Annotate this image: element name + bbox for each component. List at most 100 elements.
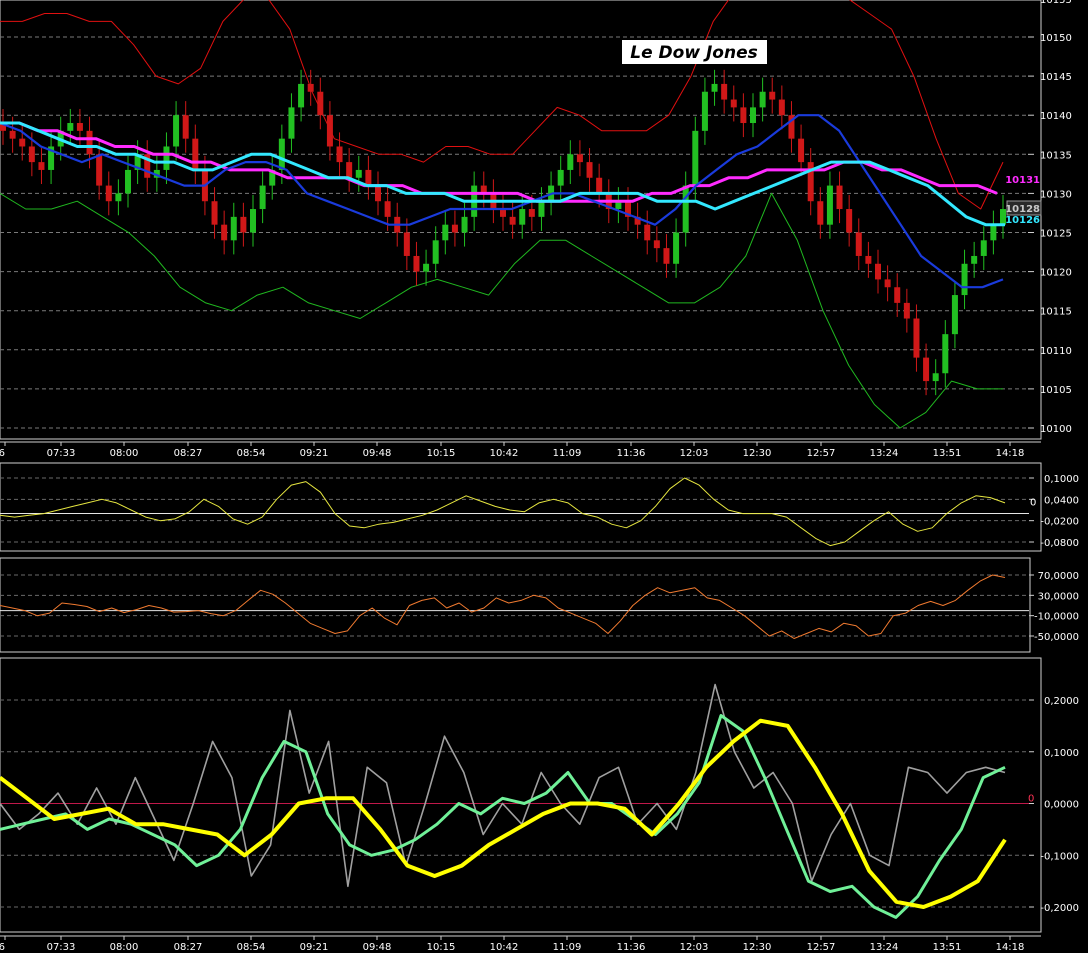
candle-body: [961, 263, 968, 296]
candle-body: [538, 201, 545, 217]
candle-body: [778, 99, 785, 116]
time-tick-label: 14:18: [996, 942, 1025, 953]
time-tick-label: 12:30: [743, 448, 772, 459]
time-tick-label: 06: [0, 942, 5, 953]
time-tick-label: 10:15: [427, 448, 456, 459]
candle-body: [326, 115, 333, 147]
candle-body: [817, 201, 824, 225]
candle-body: [509, 216, 516, 225]
time-tick-label: 07:33: [47, 942, 76, 953]
candle-body: [163, 146, 170, 170]
candle-body: [182, 115, 189, 139]
oscillator-tick-label: -0,2000: [1040, 903, 1079, 914]
candle-body: [38, 162, 45, 170]
candle-body: [673, 232, 680, 264]
candle-body: [115, 193, 122, 202]
candle-body: [346, 162, 353, 178]
candle-body: [942, 334, 949, 374]
time-tick-label: 08:54: [237, 942, 266, 953]
candle-body: [769, 91, 776, 100]
oscillator-tick-label: 0,2000: [1044, 696, 1079, 707]
oscillator-tick-label: -0,1000: [1040, 851, 1079, 862]
candle-body: [19, 138, 26, 147]
time-tick-label: 13:51: [933, 942, 962, 953]
time-tick-label: 11:36: [617, 448, 646, 459]
time-tick-label: 12:57: [807, 448, 836, 459]
candle-body: [413, 255, 420, 272]
candle-body: [865, 255, 872, 264]
candle-body: [76, 123, 83, 131]
candle-body: [576, 154, 583, 163]
time-tick-label: 08:54: [237, 448, 266, 459]
candle-body: [663, 248, 670, 264]
price-tick-label: 10125: [1040, 229, 1072, 240]
time-tick-label: 08:27: [174, 448, 203, 459]
candle-body: [451, 224, 458, 233]
oscillator-3-zero-label: 0: [1028, 794, 1034, 805]
time-tick-label: 13:24: [870, 448, 899, 459]
time-tick-label: 09:48: [363, 448, 392, 459]
oscillator-tick-label: 30,0000: [1038, 591, 1079, 602]
time-tick-label: 12:03: [680, 942, 709, 953]
candle-body: [288, 107, 295, 139]
time-tick-label: 09:48: [363, 942, 392, 953]
candle-body: [846, 209, 853, 233]
time-tick-label: 06: [0, 448, 5, 459]
oscillator-tick-label: -0,0200: [1040, 517, 1079, 528]
candle-body: [173, 115, 180, 147]
time-tick-label: 11:09: [553, 942, 582, 953]
candle-body: [365, 169, 372, 186]
candle-body: [461, 216, 468, 233]
candle-body: [682, 185, 689, 233]
candle-body: [951, 295, 958, 335]
candle-body: [884, 279, 891, 288]
candle-body: [990, 224, 997, 241]
candle-body: [798, 138, 805, 163]
time-tick-label: 12:30: [743, 942, 772, 953]
candle-body: [519, 209, 526, 225]
candle-body: [221, 224, 228, 241]
oscillator-tick-label: 0,0400: [1044, 495, 1079, 506]
candle-body: [423, 263, 430, 272]
time-tick-label: 10:15: [427, 942, 456, 953]
candle-body: [278, 138, 285, 170]
candle-body: [894, 287, 901, 303]
candle-body: [557, 169, 564, 186]
price-tick-label: 10100: [1040, 424, 1072, 435]
candle-body: [730, 99, 737, 108]
price-tick-label: 10140: [1040, 111, 1072, 122]
candle-body: [298, 83, 305, 108]
time-tick-label: 09:21: [300, 942, 329, 953]
price-tick-label: 10145: [1040, 72, 1072, 83]
oscillator-tick-label: 0,1000: [1044, 748, 1079, 759]
candle-body: [932, 373, 939, 382]
time-tick-label: 12:03: [680, 448, 709, 459]
time-tick-label: 08:00: [110, 448, 139, 459]
time-tick-label: 08:27: [174, 942, 203, 953]
candle-body: [375, 185, 381, 202]
oscillator-tick-label: -10,0000: [1034, 612, 1079, 623]
candle-body: [96, 154, 103, 186]
price-tick-label: 10105: [1040, 385, 1072, 396]
candle-body: [711, 83, 718, 92]
oscillator-tick-label: -50,0000: [1034, 632, 1079, 643]
candle-body: [750, 107, 756, 124]
oscillator-tick-label: -0,0800: [1040, 538, 1079, 549]
time-tick-label: 10:42: [490, 448, 519, 459]
price-tag-label: 10126: [1005, 215, 1040, 226]
candle-body: [980, 240, 987, 256]
candle-body: [384, 201, 391, 217]
candle-body: [230, 216, 237, 241]
candle-body: [307, 83, 314, 92]
candle-body: [692, 130, 699, 186]
chart-title: Le Dow Jones: [630, 43, 757, 63]
price-tags: 10131 1012810126: [1005, 175, 1042, 226]
candle-body: [211, 201, 218, 225]
candle-body: [250, 209, 256, 233]
candle-body: [125, 169, 131, 194]
candle-body: [528, 209, 535, 217]
oscillator-tick-label: 0,1000: [1044, 474, 1079, 485]
candle-body: [653, 240, 660, 249]
candle-body: [903, 302, 910, 319]
time-tick-label: 13:51: [933, 448, 962, 459]
